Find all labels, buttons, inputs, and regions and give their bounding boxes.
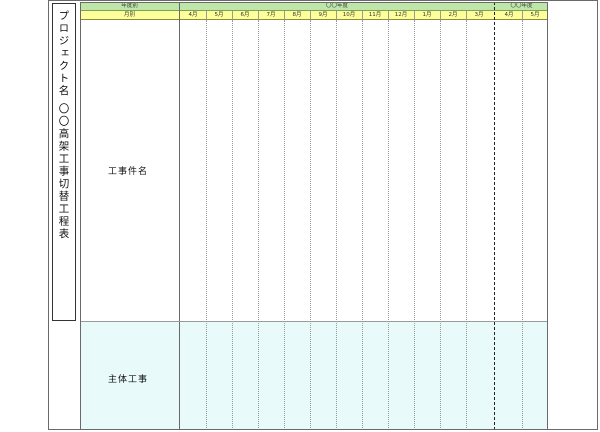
- row-label-project-name: 工事件名: [108, 167, 149, 177]
- project-title: プロジェクト名 〇〇高架工事切替工程表: [57, 10, 70, 241]
- schedule-grid: [80, 2, 548, 430]
- project-title-box: プロジェクト名 〇〇高架工事切替工程表: [52, 3, 76, 321]
- row-label-main-work: 主体工事: [108, 375, 149, 385]
